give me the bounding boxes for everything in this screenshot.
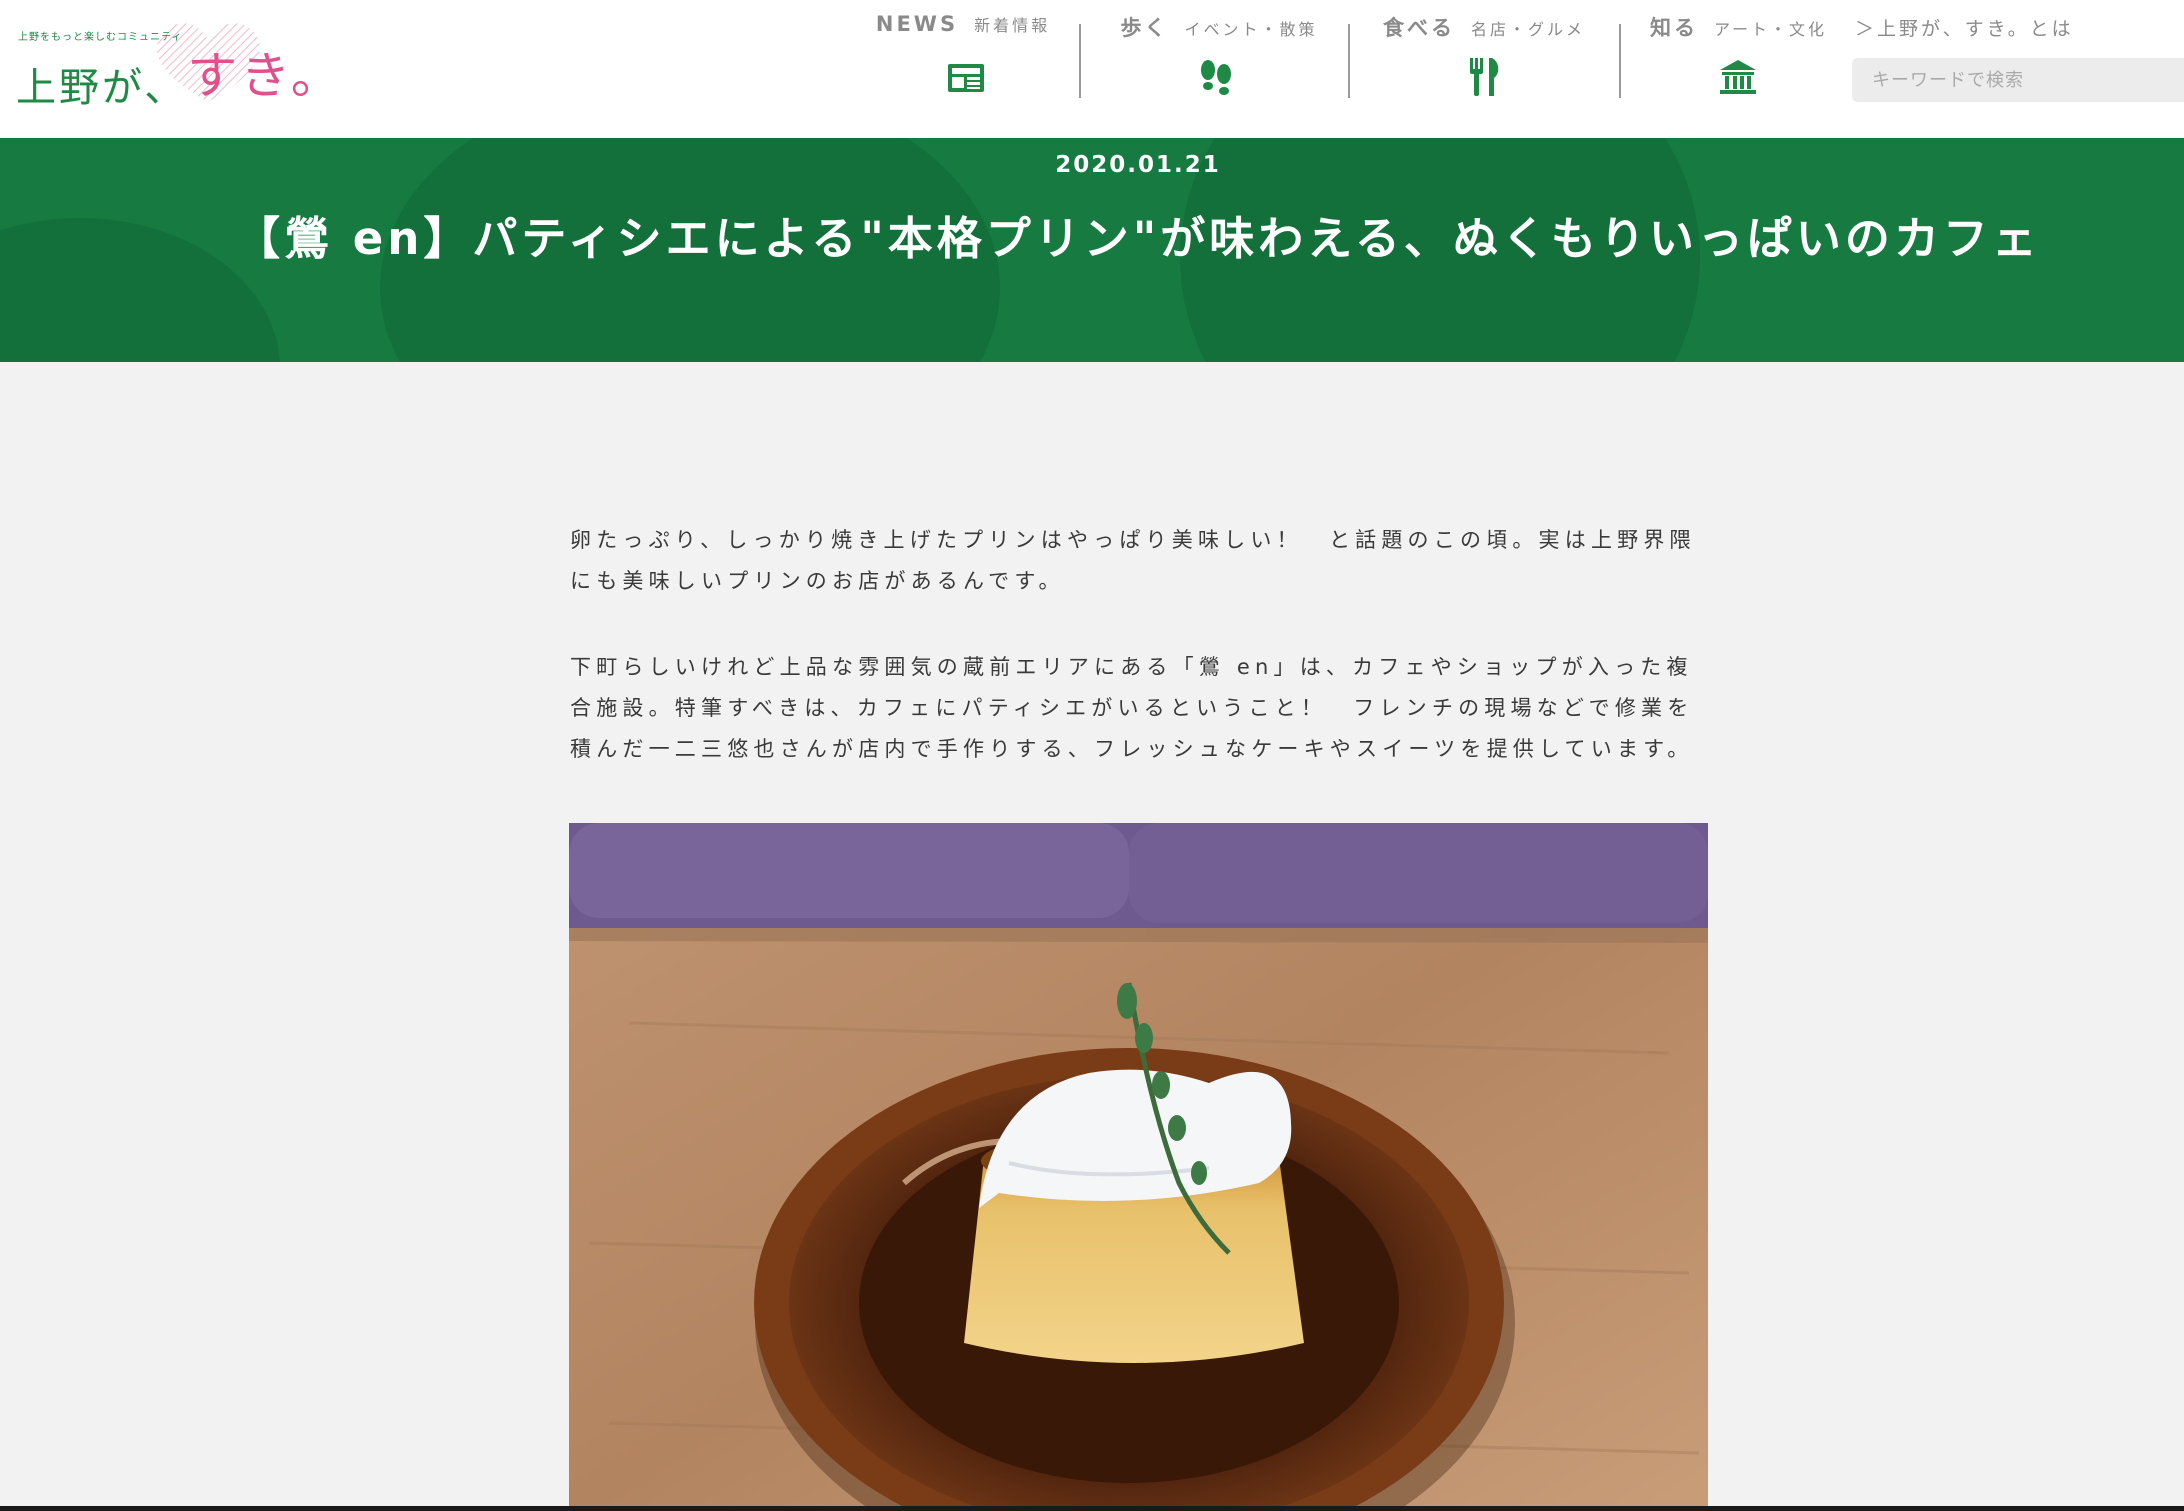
nav-eat-subtitle: 名店・グルメ: [1470, 20, 1585, 39]
nav-divider: [1348, 24, 1350, 98]
site-logo[interactable]: 上野をもっと楽しむコミュニティ 上野が、すき。: [16, 16, 341, 111]
logo-main-text: 上野が、: [16, 65, 188, 111]
nav-item-walk[interactable]: 歩く イベント・散策: [1110, 12, 1328, 104]
nav-learn-subtitle: アート・文化: [1714, 20, 1828, 39]
article-paragraph: 下町らしいけれど上品な雰囲気の蔵前エリアにある「鶯 en」は、カフェやショップが…: [570, 655, 1694, 761]
nav-news-title: NEWS: [875, 12, 959, 36]
newspaper-icon: [948, 64, 984, 92]
logo-text: 上野が、すき。: [16, 44, 344, 116]
logo-accent-text: すき。: [187, 47, 344, 105]
article-title: 【鶯 en】パティシエによる"本格プリン"が味わえる、ぬくもりいっぱいのカフェ: [235, 212, 2041, 265]
nav-learn-title: 知る: [1650, 16, 1698, 40]
bottom-edge: [0, 1506, 2184, 1511]
about-link[interactable]: ＞上野が、すき。とは: [1855, 14, 2074, 41]
article-date: 2020.01.21: [1055, 152, 1221, 178]
footprints-icon: [1201, 60, 1231, 95]
nav-walk-subtitle: イベント・散策: [1184, 20, 1318, 39]
search-input[interactable]: [1852, 58, 2184, 102]
nav-item-eat[interactable]: 食べる 名店・グルメ: [1378, 12, 1590, 104]
nav-item-news[interactable]: NEWS 新着情報: [868, 12, 1058, 104]
museum-icon: [1720, 60, 1756, 94]
logo-tagline: 上野をもっと楽しむコミュニティ: [18, 32, 183, 43]
nav-eat-title: 食べる: [1382, 16, 1455, 40]
nav-walk-title: 歩く: [1120, 16, 1169, 40]
pudding-photo-illustration: [569, 823, 1708, 1511]
article-body: 卵たっぷり、しっかり焼き上げたプリンはやっぱり美味しい！ と話題のこの頃。実は上…: [570, 520, 1710, 815]
article-paragraph: 卵たっぷり、しっかり焼き上げたプリンはやっぱり美味しい！ と話題のこの頃。実は上…: [570, 528, 1696, 593]
site-header: 上野をもっと楽しむコミュニティ 上野が、すき。 NEWS 新着情報 歩く イベント・…: [0, 0, 2184, 138]
fork-knife-icon: [1470, 58, 1499, 96]
pudding-photo: [569, 823, 1708, 1511]
article-banner: 2020.01.21 【鶯 en】パティシエによる"本格プリン"が味わえる、ぬく…: [0, 138, 2184, 362]
nav-divider: [1619, 24, 1621, 98]
nav-divider: [1079, 24, 1081, 98]
nav-news-subtitle: 新着情報: [974, 16, 1051, 35]
nav-item-learn[interactable]: 知る アート・文化: [1650, 12, 1826, 104]
